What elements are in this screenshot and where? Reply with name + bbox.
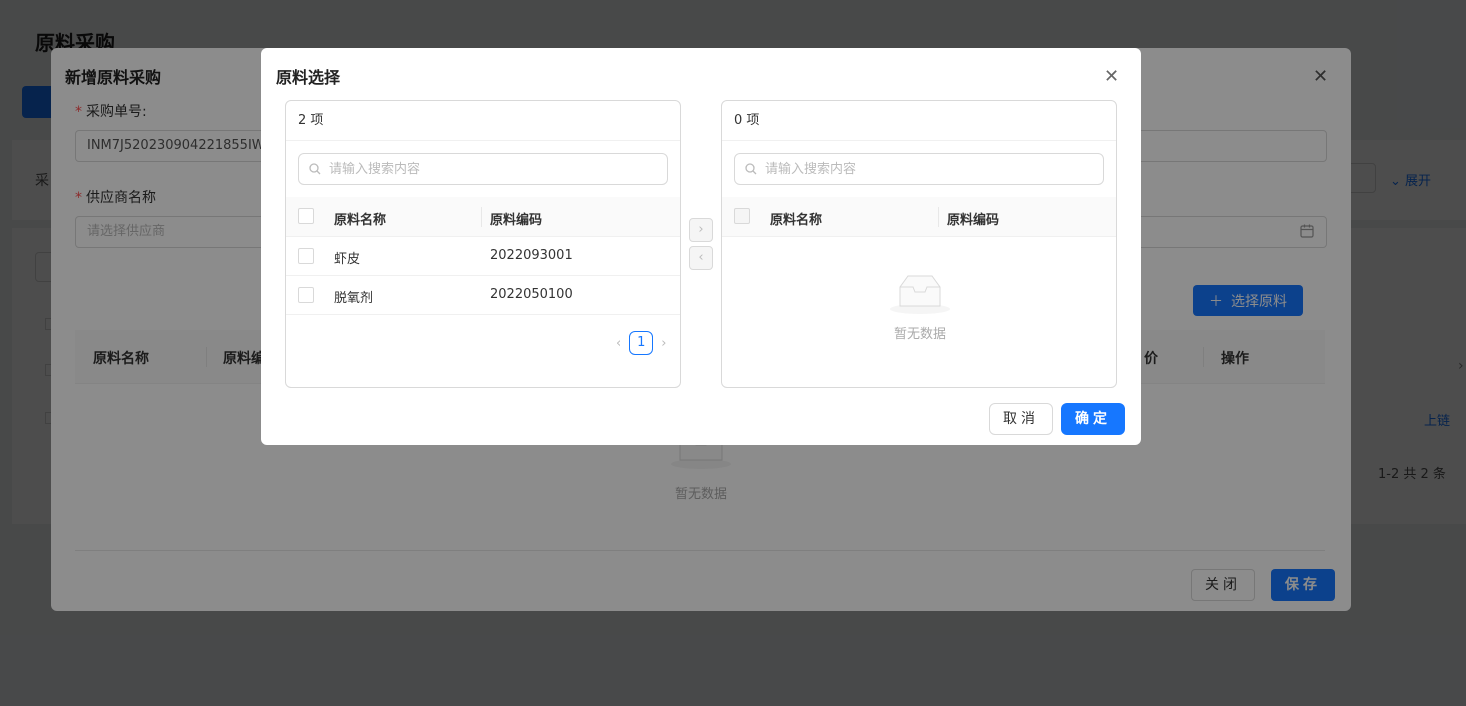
table-row[interactable]: 脱氧剂 2022050100 — [286, 276, 680, 315]
empty-box-icon — [890, 275, 950, 314]
move-right-button[interactable]: › — [689, 218, 713, 242]
search-icon — [745, 160, 757, 179]
target-count: 0 项 — [722, 101, 1116, 141]
table-row[interactable]: 虾皮 2022093001 — [286, 237, 680, 276]
empty-state: 暂无数据 — [882, 271, 958, 342]
material-code: 2022093001 — [490, 248, 573, 263]
pagination: ‹ 1 › — [616, 331, 666, 355]
select-all-checkbox[interactable] — [734, 208, 750, 224]
row-checkbox[interactable] — [298, 248, 314, 264]
chevron-left-icon: ‹ — [698, 250, 704, 265]
chevron-right-icon: › — [698, 222, 704, 237]
search-icon — [309, 160, 321, 179]
column-header-name: 原料名称 — [770, 213, 823, 228]
page-number[interactable]: 1 — [629, 331, 654, 355]
source-list-panel: 2 项 原料名称 原料编码 虾皮 2022093001 脱氧剂 20220501… — [285, 100, 681, 388]
material-name: 脱氧剂 — [334, 291, 374, 306]
target-search[interactable] — [734, 153, 1104, 185]
source-table-header: 原料名称 原料编码 — [286, 197, 680, 237]
column-header-name: 原料名称 — [334, 213, 387, 228]
move-left-button[interactable]: ‹ — [689, 246, 713, 270]
column-divider — [481, 207, 482, 227]
select-all-checkbox[interactable] — [298, 208, 314, 224]
target-table-header: 原料名称 原料编码 — [722, 197, 1116, 237]
column-header-code: 原料编码 — [947, 213, 1000, 228]
confirm-button[interactable]: 确定 — [1061, 403, 1125, 435]
search-input[interactable] — [327, 160, 647, 178]
chevron-right-icon[interactable]: › — [661, 336, 666, 351]
cancel-button[interactable]: 取消 — [989, 403, 1053, 435]
target-list-panel: 0 项 原料名称 原料编码 暂无数据 — [721, 100, 1117, 388]
column-header-code: 原料编码 — [490, 213, 543, 228]
source-search[interactable] — [298, 153, 668, 185]
material-code: 2022050100 — [490, 287, 573, 302]
selector-modal-title: 原料选择 — [276, 68, 341, 87]
material-name: 虾皮 — [334, 252, 361, 267]
source-count: 2 项 — [286, 101, 680, 141]
column-divider — [938, 207, 939, 227]
search-input[interactable] — [763, 160, 1083, 178]
row-checkbox[interactable] — [298, 287, 314, 303]
empty-text: 暂无数据 — [893, 327, 946, 342]
close-icon[interactable]: ✕ — [1104, 66, 1119, 87]
chevron-left-icon[interactable]: ‹ — [616, 336, 621, 351]
